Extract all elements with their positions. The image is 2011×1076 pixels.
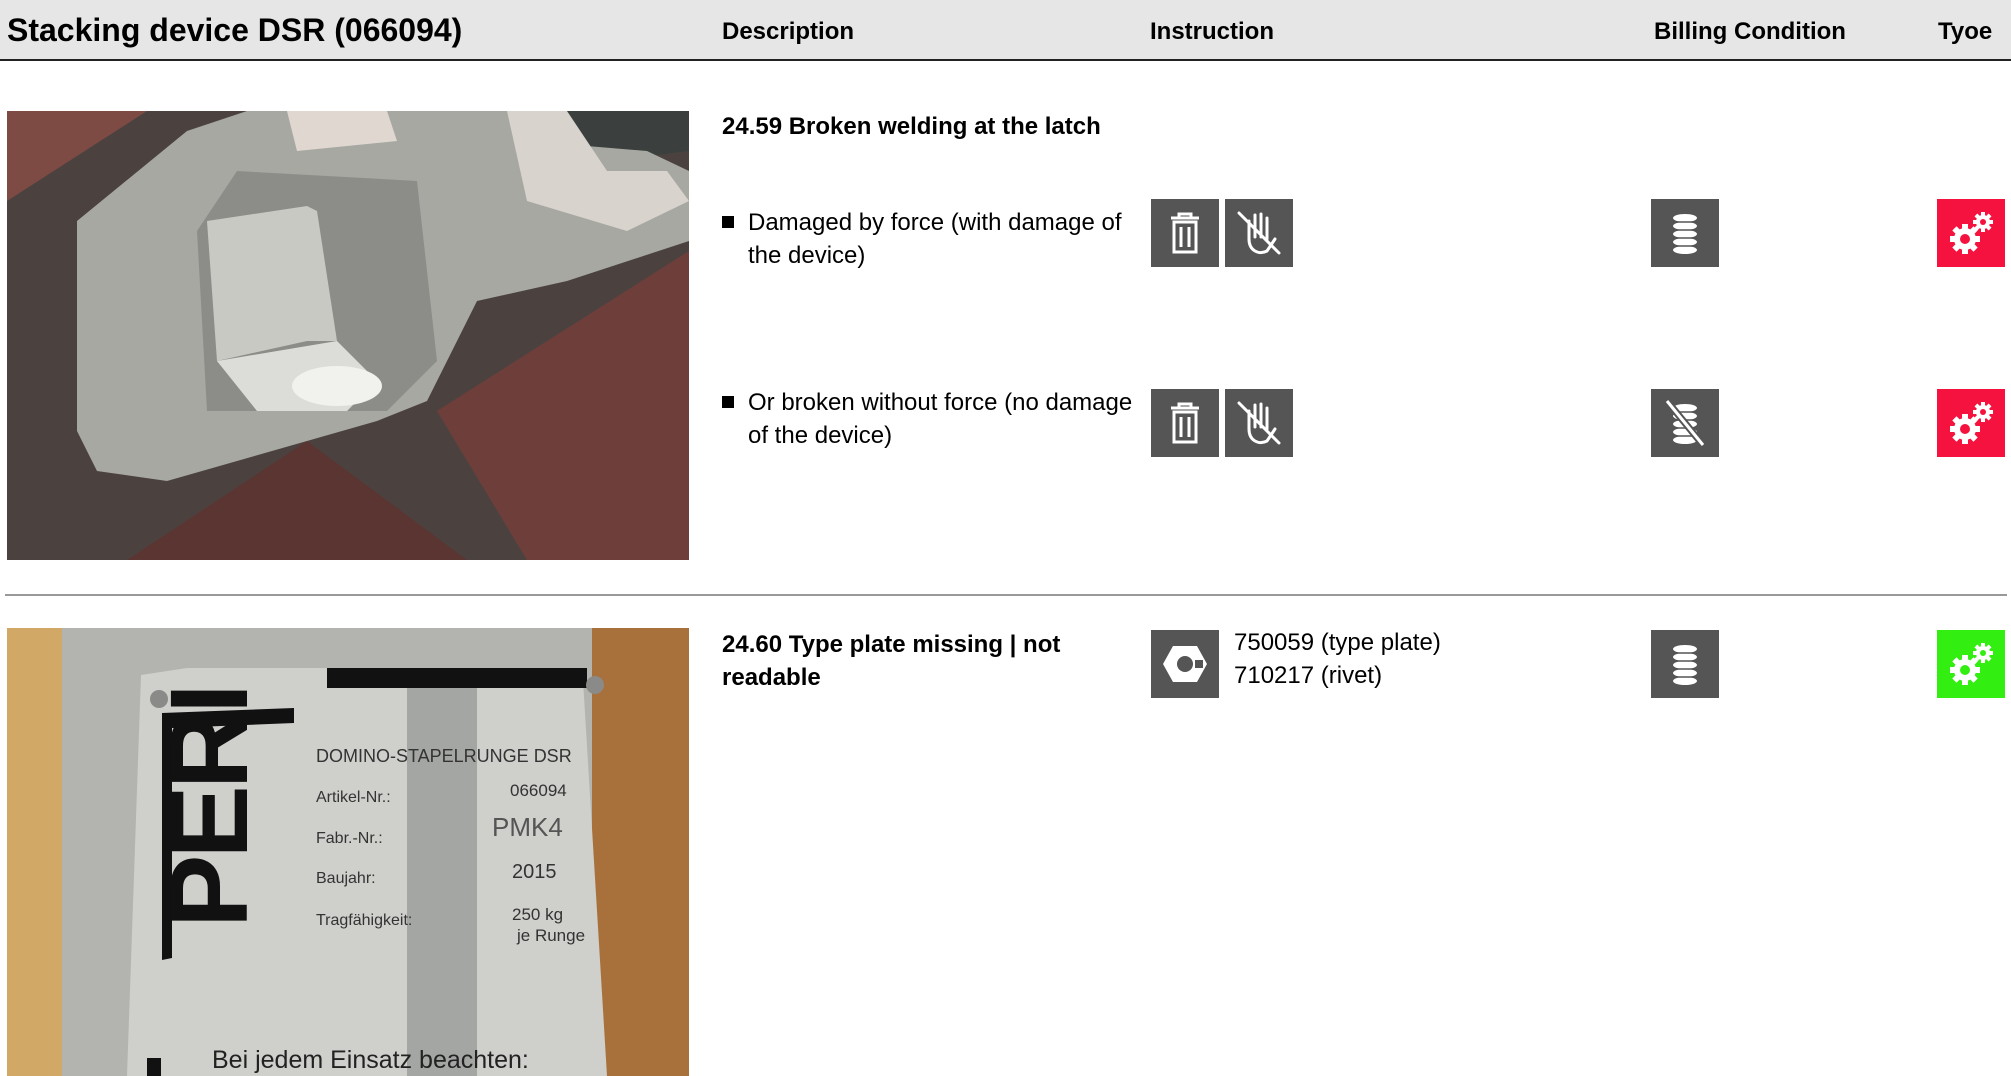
- bullet-marker: [722, 396, 734, 408]
- no-touch-hand-icon: [1225, 389, 1293, 457]
- column-header-billing: Billing Condition: [1654, 18, 1846, 45]
- column-header-description: Description: [722, 18, 855, 45]
- type-plate-note: je Runge: [516, 926, 585, 945]
- type-plate-value: PMK4: [492, 812, 563, 842]
- table-header: Stacking device DSR (066094) Description…: [0, 0, 2011, 61]
- section-title-24-60: 24.60 Type plate missing | not readable: [722, 631, 1061, 691]
- coins-icon: [1651, 199, 1719, 267]
- trash-icon: [1151, 389, 1219, 457]
- broken-welding-photo: [7, 111, 689, 560]
- type-plate-label: Baujahr:: [316, 870, 376, 887]
- no-touch-hand-icon: [1225, 199, 1293, 267]
- list-item-text: Or broken without force (no damage of th…: [748, 389, 1133, 449]
- type-plate-label: Tragfähigkeit:: [316, 912, 412, 929]
- type-plate-value: 066094: [510, 781, 567, 800]
- list-item: Damaged by force (with damage of the dev…: [722, 206, 1142, 272]
- section-title-24-59: 24.59 Broken welding at the latch: [722, 113, 1101, 140]
- gears-icon: [1937, 389, 2005, 457]
- list-item-text: Damaged by force (with damage of the dev…: [748, 209, 1122, 269]
- type-plate-photo: PERI DOMINO-STAPELRUNGE DSR Artikel-Nr.:…: [7, 628, 689, 1076]
- page-title: Stacking device DSR (066094): [7, 12, 463, 48]
- section-divider: [5, 594, 2007, 596]
- type-plate-product: DOMINO-STAPELRUNGE DSR: [316, 746, 572, 766]
- type-plate-value: 2015: [512, 861, 557, 883]
- type-plate-footer: Bei jedem Einsatz beachten:: [212, 1046, 529, 1074]
- list-item: Or broken without force (no damage of th…: [722, 386, 1142, 452]
- part-number-line: 750059 (type plate): [1234, 629, 1441, 656]
- bullet-marker: [722, 216, 734, 228]
- gears-icon: [1937, 199, 2005, 267]
- column-header-type: Tyoe: [1938, 18, 1993, 45]
- trash-icon: [1151, 199, 1219, 267]
- part-number-line: 710217 (rivet): [1234, 662, 1383, 689]
- hex-nut-icon: [1151, 630, 1219, 698]
- type-plate-label: Artikel-Nr.:: [316, 789, 391, 806]
- type-plate-value: 250 kg: [512, 905, 563, 924]
- coins-icon: [1651, 630, 1719, 698]
- no-coins-icon: [1651, 389, 1719, 457]
- type-plate-label: Fabr.-Nr.:: [316, 830, 383, 847]
- gears-icon: [1937, 630, 2005, 698]
- type-plate-brand: PERI: [148, 687, 271, 928]
- column-header-instruction: Instruction: [1150, 18, 1274, 45]
